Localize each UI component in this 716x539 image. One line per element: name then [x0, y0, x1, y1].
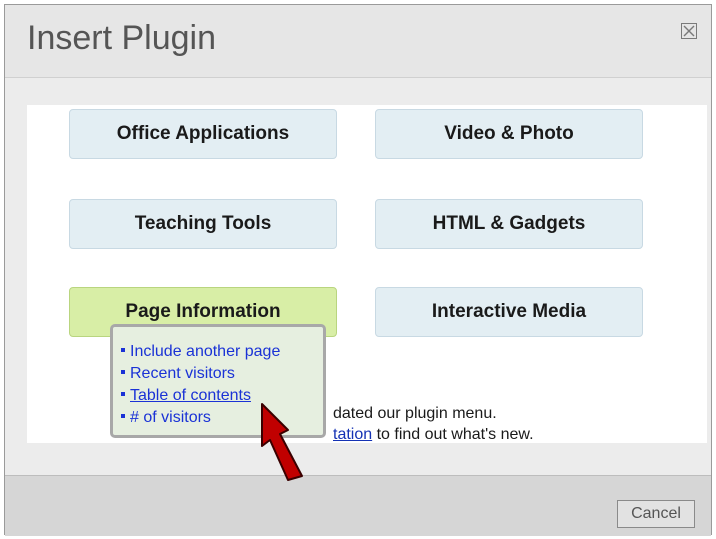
- submenu-item-recent-visitors[interactable]: Recent visitors: [119, 363, 323, 385]
- dialog-footer: Cancel: [5, 475, 711, 536]
- html-gadgets-button[interactable]: HTML & Gadgets: [375, 199, 643, 249]
- video-photo-button[interactable]: Video & Photo: [375, 109, 643, 159]
- presentation-link[interactable]: tation: [333, 426, 372, 443]
- red-arrow-icon: [261, 403, 303, 481]
- bullet-icon: [121, 370, 125, 375]
- notice-line-2: tation to find out what's new.: [333, 424, 534, 445]
- notice-line-2-text: to find out what's new.: [372, 426, 534, 443]
- cancel-button[interactable]: Cancel: [617, 500, 695, 528]
- insert-plugin-dialog: Insert Plugin Office Applications Video …: [4, 4, 712, 536]
- submenu-item-label: Table of contents: [130, 387, 251, 404]
- bullet-icon: [121, 348, 125, 353]
- dialog-title: Insert Plugin: [27, 19, 216, 57]
- submenu-item-include-another-page[interactable]: Include another page: [119, 341, 323, 363]
- interactive-media-button[interactable]: Interactive Media: [375, 287, 643, 337]
- dialog-title-bar: Insert Plugin: [5, 5, 711, 78]
- bullet-icon: [121, 414, 125, 419]
- submenu-item-label: Recent visitors: [130, 365, 235, 382]
- teaching-tools-button[interactable]: Teaching Tools: [69, 199, 337, 249]
- close-icon[interactable]: [681, 23, 697, 39]
- office-applications-button[interactable]: Office Applications: [69, 109, 337, 159]
- notice-line-1: dated our plugin menu.: [333, 405, 497, 422]
- bullet-icon: [121, 392, 125, 397]
- submenu-item-label: Include another page: [130, 343, 281, 360]
- submenu-item-label: # of visitors: [130, 409, 211, 426]
